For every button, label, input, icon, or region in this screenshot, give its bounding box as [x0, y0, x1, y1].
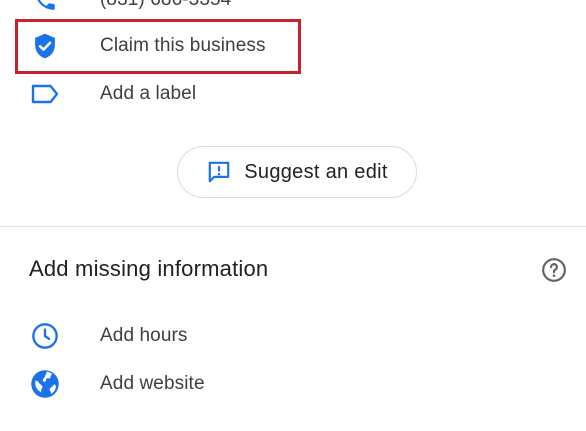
add-label-row[interactable]: Add a label	[0, 70, 586, 118]
place-details-panel: (831) 686-3354 Claim this business Add a…	[0, 0, 586, 431]
claim-business-row[interactable]: Claim this business	[0, 22, 586, 70]
add-website-label: Add website	[100, 373, 205, 394]
help-icon[interactable]	[541, 257, 567, 283]
clock-icon	[29, 320, 61, 352]
section-title: Add missing information	[29, 256, 269, 281]
phone-row[interactable]: (831) 686-3354	[0, 0, 586, 24]
phone-icon	[29, 0, 61, 16]
globe-icon	[29, 368, 61, 400]
label-tag-icon	[29, 78, 61, 110]
feedback-icon	[206, 159, 232, 185]
verified-shield-icon	[29, 30, 61, 62]
add-hours-label: Add hours	[100, 325, 188, 346]
phone-number[interactable]: (831) 686-3354	[100, 0, 231, 11]
add-website-row[interactable]: Add website	[0, 360, 586, 408]
section-divider	[0, 226, 586, 227]
add-hours-row[interactable]: Add hours	[0, 312, 586, 360]
claim-business-label: Claim this business	[100, 35, 266, 56]
suggest-edit-label: Suggest an edit	[244, 160, 388, 183]
add-label-label: Add a label	[100, 83, 197, 104]
suggest-edit-button[interactable]: Suggest an edit	[177, 146, 417, 198]
